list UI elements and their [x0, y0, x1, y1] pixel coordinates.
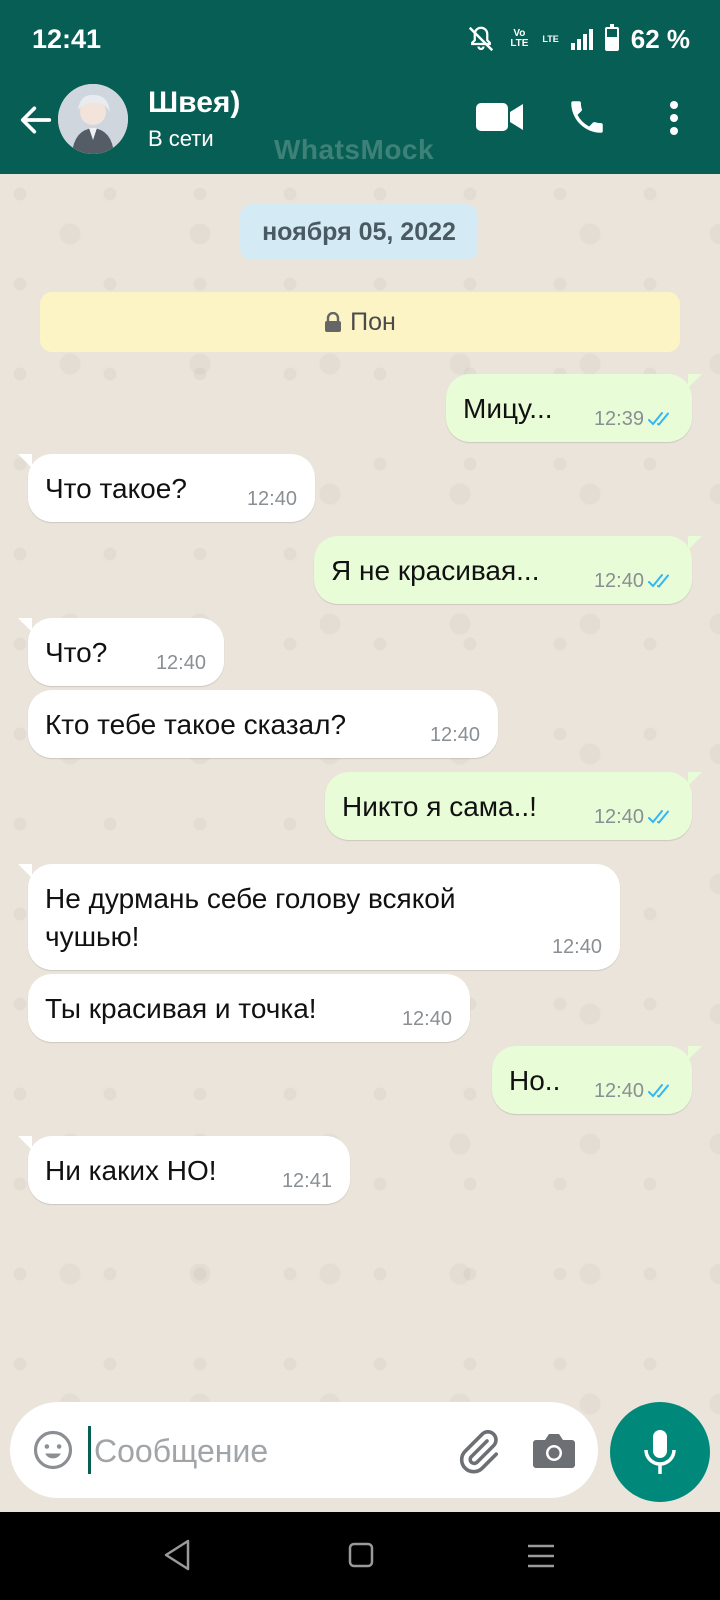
- arrow-left-icon[interactable]: [16, 100, 56, 140]
- avatar[interactable]: [58, 84, 128, 154]
- message-outgoing[interactable]: Мицу... 12:39: [446, 374, 702, 442]
- message-text: Что?: [45, 637, 108, 668]
- message-time: 12:40: [551, 936, 602, 958]
- contact-name[interactable]: Швея): [148, 86, 240, 120]
- paperclip-icon[interactable]: [454, 1428, 502, 1476]
- date-chip: ноября 05, 2022: [240, 204, 478, 260]
- chat-area[interactable]: ноября 05, 2022 Пон Мицу... 12:39 Что та…: [0, 174, 720, 1512]
- chat-header: Швея) В сети WhatsMock: [0, 82, 720, 174]
- double-check-read-icon: [648, 412, 669, 426]
- message-text: Кто тебе такое сказал?: [45, 709, 347, 740]
- double-check-read-icon: [648, 1084, 669, 1098]
- message-time: 12:39: [593, 408, 644, 430]
- video-camera-icon[interactable]: [476, 100, 524, 134]
- message-text: Не дурмань себе голову всякой чушью!: [45, 883, 456, 952]
- battery-fill: [606, 36, 617, 49]
- nav-recents-icon[interactable]: [526, 1542, 556, 1570]
- status-bar: 12:41 Vo LTE LTE 62 %: [0, 0, 720, 82]
- message-composer: [10, 1402, 598, 1498]
- contact-status: В сети: [148, 126, 214, 151]
- message-text: Что такое?: [45, 473, 187, 504]
- watermark: WhatsMock: [274, 134, 435, 165]
- signal-strength-icon: [570, 28, 593, 50]
- message-incoming[interactable]: Кто тебе такое сказал? 12:40: [28, 690, 498, 758]
- message-text: Мицу...: [463, 393, 553, 424]
- message-time: 12:40: [246, 488, 297, 510]
- message-incoming[interactable]: Что? 12:40: [18, 618, 224, 686]
- nav-home-icon[interactable]: [348, 1542, 374, 1568]
- volte-indicator: Vo LTE: [510, 28, 529, 49]
- message-text: Я не красивая...: [331, 555, 540, 586]
- message-outgoing[interactable]: Никто я сама..! 12:40: [325, 772, 702, 840]
- message-input[interactable]: [92, 1420, 426, 1482]
- text-cursor: [88, 1426, 91, 1474]
- double-check-read-icon: [648, 810, 669, 824]
- message-time: 12:40: [593, 570, 644, 592]
- encryption-banner[interactable]: Пон: [40, 292, 680, 352]
- phone-icon[interactable]: [566, 96, 608, 138]
- status-icons: Vo LTE LTE 62 %: [466, 22, 690, 56]
- battery-icon: [604, 24, 619, 51]
- message-text: Но..: [509, 1065, 561, 1096]
- smiley-icon[interactable]: [32, 1429, 74, 1471]
- lock-icon: [325, 312, 342, 332]
- avatar-image: [58, 84, 128, 154]
- microphone-icon: [644, 1430, 676, 1474]
- notifications-muted-icon: [469, 26, 494, 52]
- message-incoming[interactable]: Ты красивая и точка! 12:40: [28, 974, 470, 1042]
- message-time: 12:40: [593, 806, 644, 828]
- message-text: Ты красивая и точка!: [45, 993, 317, 1024]
- message-time: 12:40: [401, 1008, 452, 1030]
- message-incoming[interactable]: Не дурмань себе голову всякой чушью! 12:…: [18, 864, 620, 970]
- message-time: 12:40: [593, 1080, 644, 1102]
- camera-icon[interactable]: [532, 1430, 576, 1470]
- message-incoming[interactable]: Что такое? 12:40: [18, 454, 315, 522]
- message-text: Никто я сама..!: [342, 791, 537, 822]
- status-time: 12:41: [32, 24, 102, 54]
- voice-message-button[interactable]: [610, 1402, 710, 1502]
- lte-indicator: LTE: [542, 33, 559, 44]
- double-check-read-icon: [648, 574, 669, 588]
- message-outgoing[interactable]: Но.. 12:40: [492, 1046, 702, 1114]
- three-dots-vertical-icon[interactable]: [664, 98, 684, 138]
- message-incoming[interactable]: Ни каких НО! 12:41: [18, 1136, 350, 1204]
- message-text: Ни каких НО!: [45, 1155, 217, 1186]
- message-time: 12:40: [429, 724, 480, 746]
- nav-back-icon[interactable]: [162, 1538, 192, 1572]
- message-time: 12:41: [281, 1170, 332, 1192]
- encryption-banner-text: Пон: [350, 307, 396, 336]
- battery-percent: 62 %: [630, 23, 690, 54]
- system-navigation-bar: [0, 1512, 720, 1600]
- message-time: 12:40: [155, 652, 206, 674]
- message-outgoing[interactable]: Я не красивая... 12:40: [314, 536, 702, 604]
